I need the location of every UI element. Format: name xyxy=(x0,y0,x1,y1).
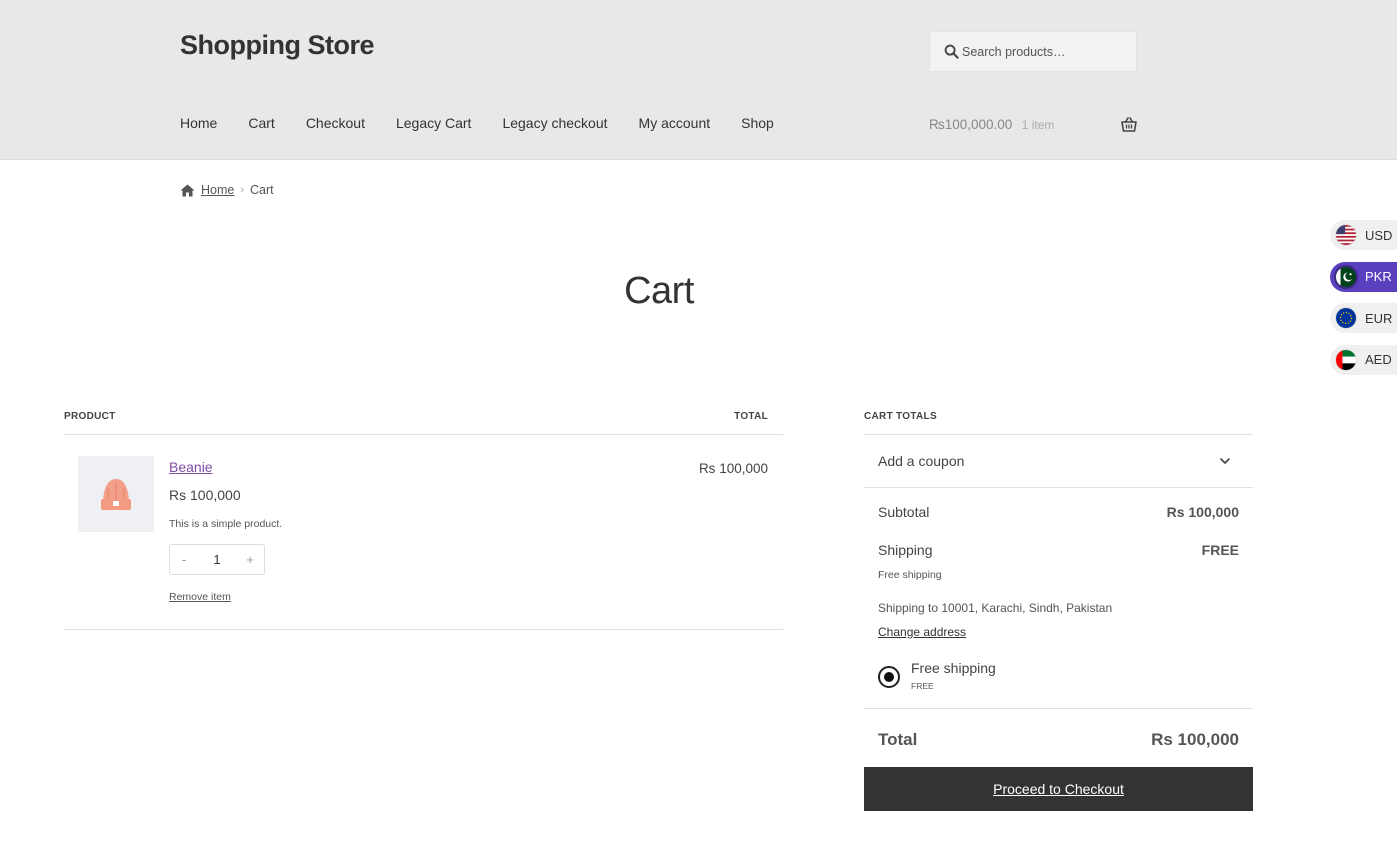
currency-usd[interactable]: USD xyxy=(1330,220,1397,250)
currency-code: PKR xyxy=(1365,269,1392,284)
currency-eur[interactable]: EUR xyxy=(1330,303,1397,333)
pk-flag-icon xyxy=(1334,264,1358,289)
nav-legacy-checkout[interactable]: Legacy checkout xyxy=(502,115,607,131)
proceed-to-checkout-button[interactable]: Proceed to Checkout xyxy=(864,767,1253,811)
chevron-down-icon xyxy=(1220,458,1230,464)
quantity-stepper: - + xyxy=(169,544,265,575)
shipping-option-label: Free shipping xyxy=(911,660,996,676)
shipping-label: Shipping xyxy=(878,542,933,558)
eu-flag-icon xyxy=(1335,307,1357,329)
search-box[interactable] xyxy=(929,31,1137,72)
nav-shop[interactable]: Shop xyxy=(741,115,774,131)
currency-pkr[interactable]: PKR xyxy=(1330,261,1397,292)
column-header-total: TOTAL xyxy=(734,411,768,422)
total-row: Total Rs 100,000 xyxy=(878,730,1239,750)
shipping-method: Free shipping xyxy=(878,569,942,581)
change-address-link[interactable]: Change address xyxy=(878,625,966,639)
subtotal-label: Subtotal xyxy=(878,504,930,520)
breadcrumb-home-link[interactable]: Home xyxy=(201,183,234,197)
main-nav: Home Cart Checkout Legacy Cart Legacy ch… xyxy=(180,115,805,131)
product-name-link[interactable]: Beanie xyxy=(169,459,213,475)
remove-item-link[interactable]: Remove item xyxy=(169,591,231,603)
beanie-image-icon xyxy=(101,479,131,510)
product-thumbnail[interactable] xyxy=(78,456,154,532)
breadcrumb-current: Cart xyxy=(250,183,274,197)
home-icon xyxy=(180,184,195,196)
column-header-product: PRODUCT xyxy=(64,411,116,422)
ae-flag-icon xyxy=(1335,348,1357,371)
total-value: Rs 100,000 xyxy=(1151,730,1239,749)
currency-code: USD xyxy=(1365,227,1393,243)
coupon-label: Add a coupon xyxy=(878,453,965,469)
product-description: This is a simple product. xyxy=(169,518,283,530)
shipping-option-radio[interactable] xyxy=(878,666,900,688)
shipping-row: Shipping FREE xyxy=(878,542,1239,558)
product-price: Rs 100,000 xyxy=(169,487,241,503)
currency-aed[interactable]: AED xyxy=(1330,344,1397,375)
currency-code: EUR xyxy=(1365,310,1393,326)
totals-divider xyxy=(864,708,1253,709)
subtotal-value: Rs 100,000 xyxy=(1166,504,1239,520)
currency-switcher: USD PKR EUR AED xyxy=(1330,220,1397,386)
coupon-toggle[interactable]: Add a coupon xyxy=(864,435,1253,488)
nav-home[interactable]: Home xyxy=(180,115,217,131)
search-icon xyxy=(944,44,959,59)
cart-totals-heading: CART TOTALS xyxy=(864,404,1253,435)
basket-icon xyxy=(1121,117,1137,132)
breadcrumb-separator-icon: › xyxy=(240,184,245,196)
total-label: Total xyxy=(878,730,918,749)
shipping-option-price: FREE xyxy=(911,681,934,691)
mini-cart[interactable]: ₨100,000.00 1 item xyxy=(929,116,1137,134)
site-header: Shopping Store Home Cart Checkout Legacy… xyxy=(0,0,1397,160)
mini-cart-amount: ₨100,000.00 xyxy=(929,117,1013,132)
nav-my-account[interactable]: My account xyxy=(639,115,711,131)
shipping-value: FREE xyxy=(1201,542,1239,558)
search-input[interactable] xyxy=(962,32,1132,71)
line-total: Rs 100,000 xyxy=(698,461,768,476)
site-title[interactable]: Shopping Store xyxy=(180,30,374,61)
quantity-input[interactable] xyxy=(198,552,236,567)
cart-table: PRODUCT TOTAL Beanie Rs 100,000 This is … xyxy=(64,404,783,630)
nav-legacy-cart[interactable]: Legacy Cart xyxy=(396,115,471,131)
shipping-destination: Shipping to 10001, Karachi, Sindh, Pakis… xyxy=(878,601,1113,615)
cart-table-header: PRODUCT TOTAL xyxy=(64,404,783,435)
breadcrumb: Home › Cart xyxy=(180,183,274,197)
cart-totals: CART TOTALS Add a coupon Subtotal Rs 100… xyxy=(864,404,1253,811)
nav-cart[interactable]: Cart xyxy=(248,115,274,131)
page-title: Cart xyxy=(624,270,694,312)
subtotal-row: Subtotal Rs 100,000 xyxy=(878,504,1239,520)
currency-code: AED xyxy=(1365,352,1392,367)
nav-checkout[interactable]: Checkout xyxy=(306,115,365,131)
mini-cart-count: 1 item xyxy=(1021,118,1055,132)
us-flag-icon xyxy=(1335,224,1357,246)
quantity-decrease-button[interactable]: - xyxy=(170,552,198,567)
quantity-increase-button[interactable]: + xyxy=(236,552,264,567)
cart-item-row: Beanie Rs 100,000 This is a simple produ… xyxy=(64,435,783,630)
